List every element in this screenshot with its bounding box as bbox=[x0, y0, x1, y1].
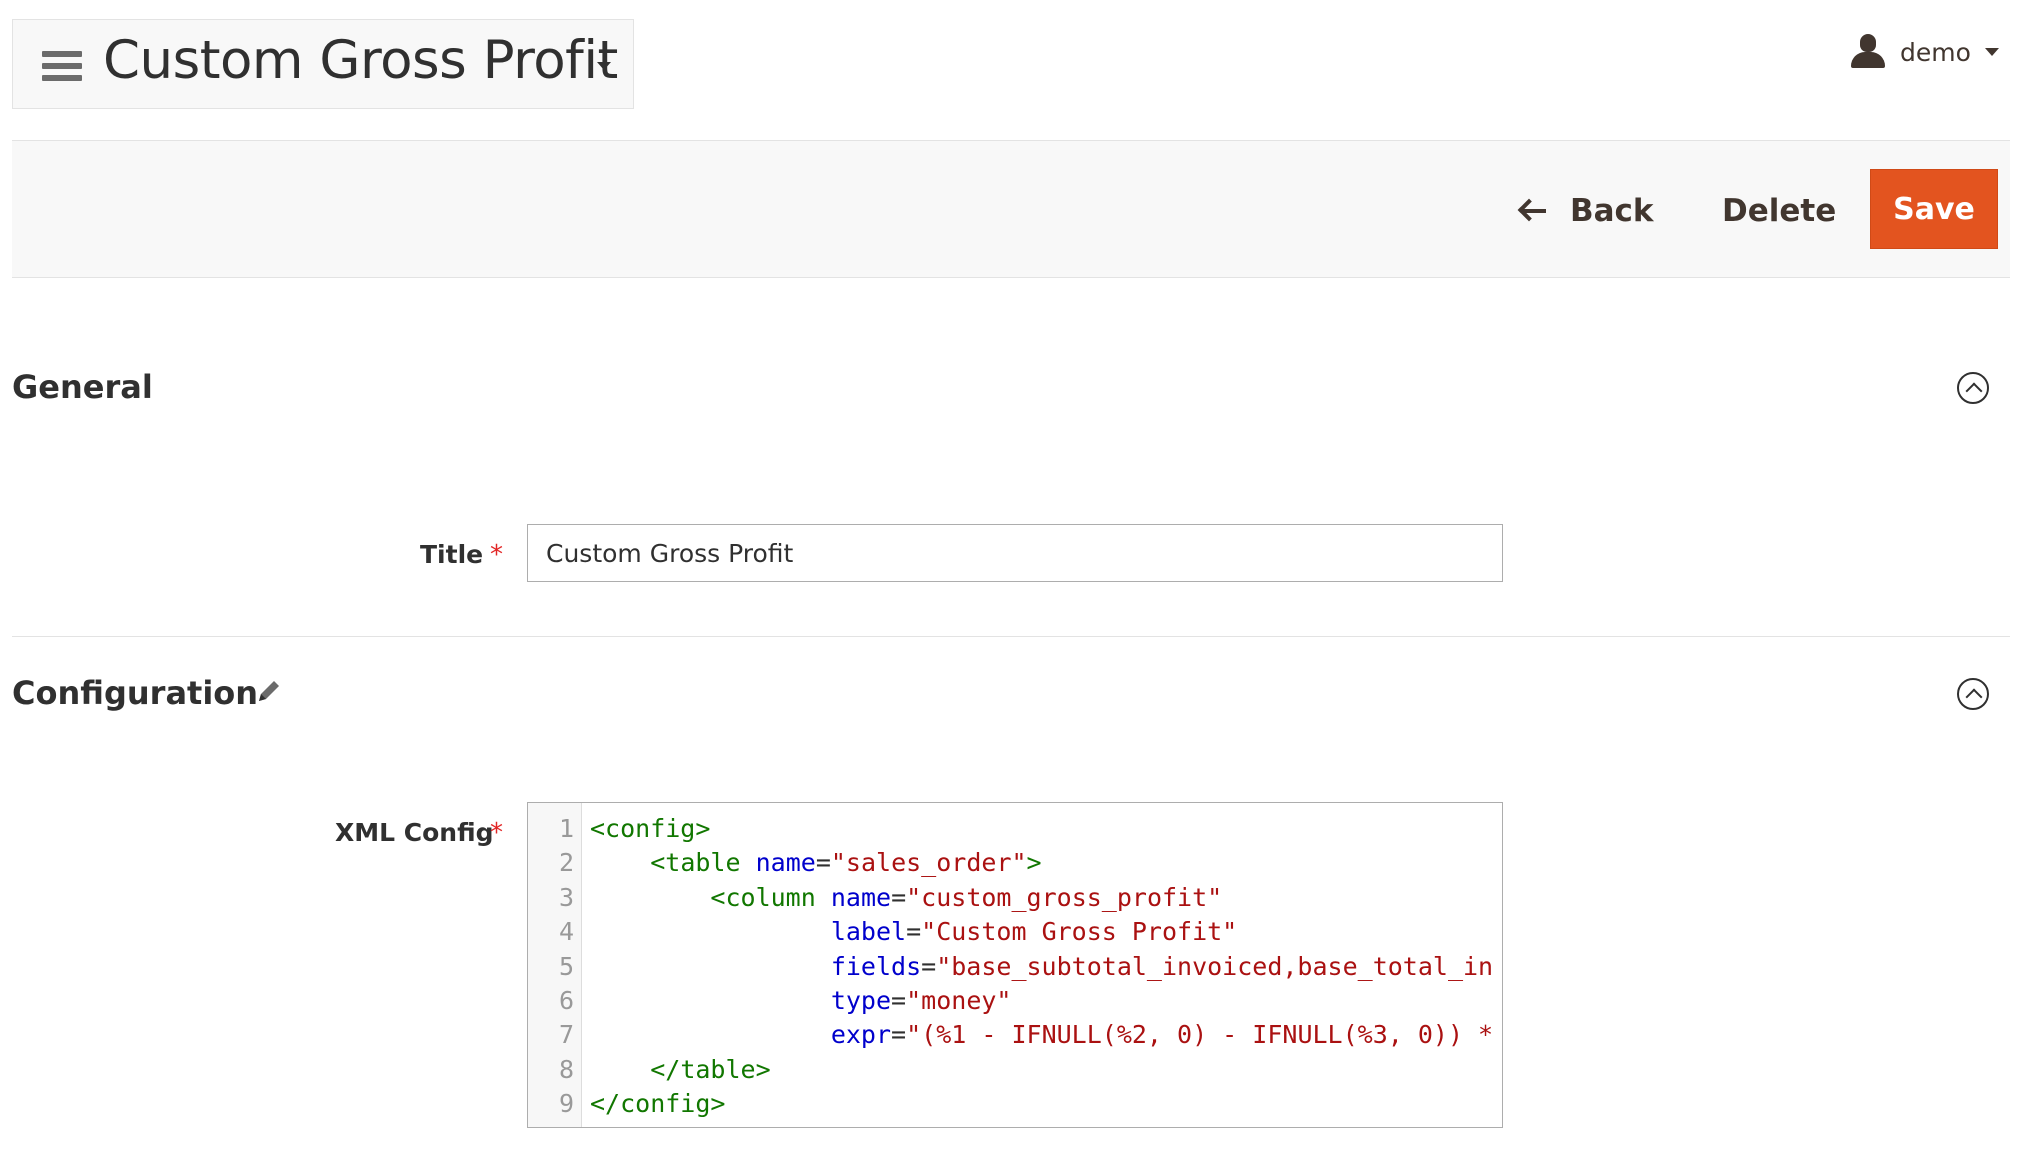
back-button[interactable]: Back bbox=[1517, 189, 1654, 233]
required-indicator: * bbox=[490, 540, 503, 570]
page-title[interactable]: Custom Gross Profit bbox=[103, 30, 618, 91]
code-token: "(%1 - IFNULL(%2, 0) - IFNULL(%3, 0)) * bbox=[906, 1020, 1494, 1050]
line-number: 3 bbox=[558, 882, 574, 912]
code-token: name bbox=[830, 882, 892, 912]
menu-icon[interactable] bbox=[42, 51, 82, 81]
code-token: fields bbox=[830, 951, 922, 981]
code-line[interactable]: <table name="sales_order"> bbox=[590, 846, 1502, 880]
code-token: <table bbox=[650, 848, 741, 878]
code-token: > bbox=[1026, 848, 1042, 878]
chevron-down-icon bbox=[1984, 48, 1999, 56]
code-token: = bbox=[815, 848, 831, 878]
code-token: "custom_gross_profit" bbox=[906, 882, 1223, 912]
chevron-down-icon[interactable] bbox=[597, 62, 611, 70]
code-token: = bbox=[921, 951, 937, 981]
section-divider bbox=[12, 636, 2010, 637]
line-number: 5 bbox=[558, 951, 574, 981]
line-number: 8 bbox=[558, 1054, 574, 1084]
user-account-menu[interactable]: demo bbox=[1850, 32, 1999, 72]
code-token: = bbox=[891, 882, 907, 912]
section-title-general[interactable]: General bbox=[12, 368, 153, 406]
user-icon bbox=[1850, 34, 1886, 70]
code-token: "base_subtotal_invoiced,base_total_in bbox=[936, 951, 1494, 981]
line-number: 2 bbox=[558, 848, 574, 878]
code-token: "money" bbox=[906, 985, 1012, 1015]
code-line[interactable]: <column name="custom_gross_profit" bbox=[590, 881, 1502, 915]
required-indicator: * bbox=[490, 818, 503, 848]
title-input[interactable] bbox=[527, 524, 1503, 582]
code-line[interactable]: </table> bbox=[590, 1053, 1502, 1087]
code-token: </table> bbox=[650, 1054, 771, 1084]
code-line[interactable]: </config> bbox=[590, 1087, 1502, 1121]
code-token: label bbox=[830, 917, 907, 947]
code-token: <config> bbox=[590, 814, 711, 843]
code-token: = bbox=[891, 985, 907, 1015]
code-line[interactable]: <config> bbox=[590, 812, 1502, 846]
code-token: = bbox=[891, 1020, 907, 1050]
line-number-gutter: 1 2 3 4 5 6 7 8 9 bbox=[528, 803, 582, 1127]
code-token: "Custom Gross Profit" bbox=[921, 917, 1238, 947]
save-button[interactable]: Save bbox=[1870, 169, 1998, 249]
code-token: type bbox=[830, 985, 892, 1015]
collapse-icon[interactable] bbox=[1957, 372, 1989, 404]
code-token: name bbox=[755, 848, 816, 878]
collapse-icon[interactable] bbox=[1957, 678, 1989, 710]
code-line[interactable]: expr="(%1 - IFNULL(%2, 0) - IFNULL(%3, 0… bbox=[590, 1018, 1502, 1052]
line-number: 9 bbox=[558, 1089, 574, 1119]
code-content[interactable]: <config> <table name="sales_order"> <col… bbox=[582, 803, 1502, 1127]
page-actions-bar: Back Delete Save bbox=[12, 140, 2010, 278]
back-button-label: Back bbox=[1570, 193, 1654, 229]
delete-button[interactable]: Delete bbox=[1722, 189, 1836, 233]
section-title-configuration[interactable]: Configuration bbox=[12, 674, 258, 712]
xml-config-code-editor[interactable]: 123456789 <config> <table name="sales_or… bbox=[527, 802, 1503, 1128]
code-token: "sales_order" bbox=[830, 848, 1027, 878]
page-title-box: Custom Gross Profit bbox=[12, 19, 634, 109]
code-line[interactable]: fields="base_subtotal_invoiced,base_tota… bbox=[590, 950, 1502, 984]
code-token: <column bbox=[710, 882, 816, 912]
arrow-left-icon bbox=[1517, 198, 1548, 223]
title-field-label: Title bbox=[420, 540, 484, 569]
code-line[interactable]: label="Custom Gross Profit" bbox=[590, 915, 1502, 949]
code-token: expr bbox=[830, 1020, 892, 1050]
code-token: </config> bbox=[590, 1089, 726, 1119]
line-number: 6 bbox=[558, 985, 574, 1015]
pencil-icon[interactable] bbox=[256, 678, 282, 704]
user-name: demo bbox=[1900, 37, 1971, 67]
line-number: 4 bbox=[558, 917, 574, 947]
code-token: = bbox=[906, 917, 922, 947]
line-number: 7 bbox=[558, 1020, 574, 1050]
line-number: 1 bbox=[558, 814, 574, 843]
xml-config-field-label: XML Config bbox=[335, 818, 494, 847]
code-line[interactable]: type="money" bbox=[590, 984, 1502, 1018]
